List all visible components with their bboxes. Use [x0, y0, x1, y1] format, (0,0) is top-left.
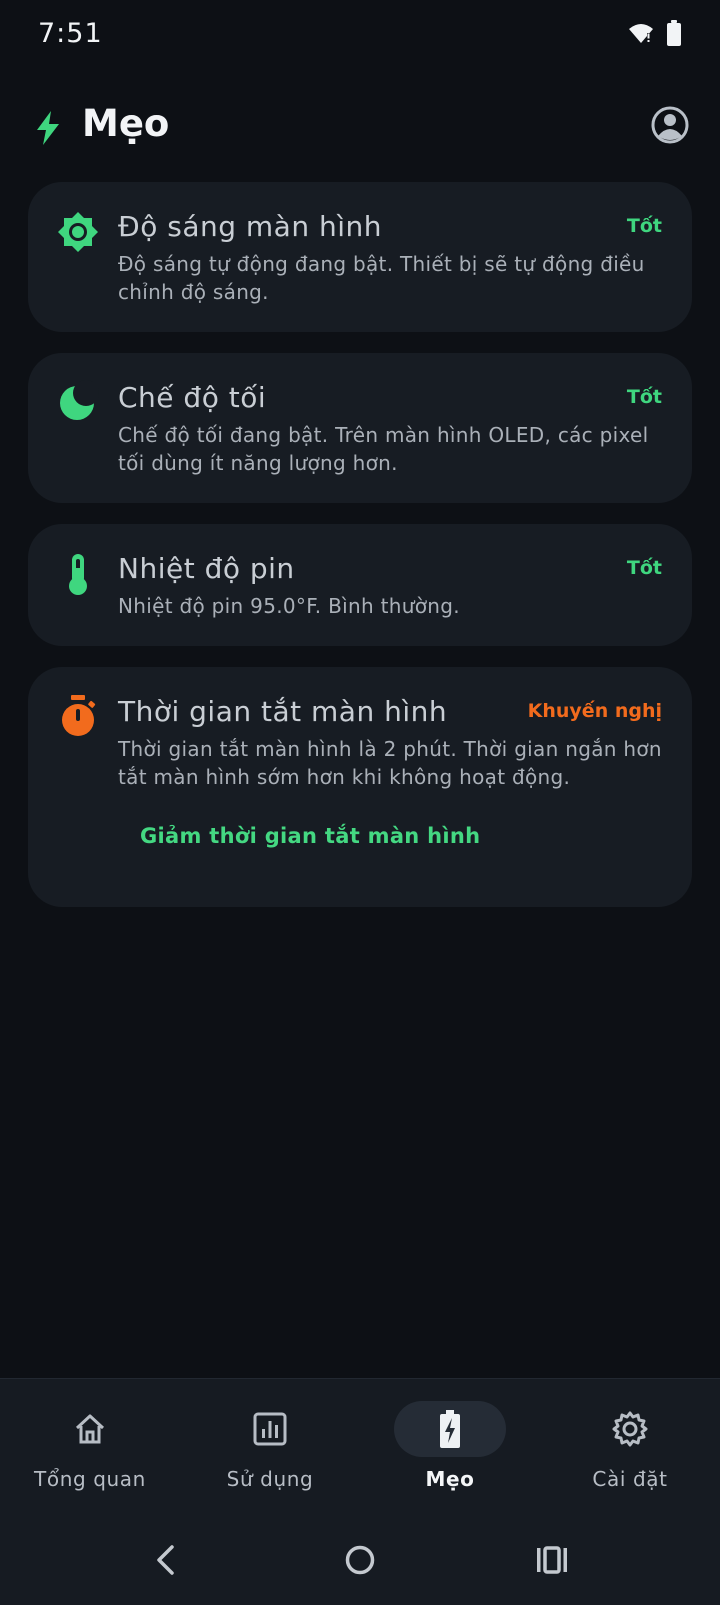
tip-description: Chế độ tối đang bật. Trên màn hình OLED,…	[118, 423, 649, 475]
recents-icon	[537, 1546, 567, 1574]
tip-card-dark-mode[interactable]: Chế độ tối Tốt Chế độ tối đang bật. Trên…	[28, 353, 692, 503]
home-circle-icon	[345, 1545, 375, 1575]
account-circle-icon	[651, 106, 689, 144]
nav-item-tips[interactable]: Mẹo	[360, 1379, 540, 1499]
nav-icon-container	[574, 1401, 686, 1457]
thermometer-icon	[56, 552, 100, 596]
status-icons	[628, 20, 682, 46]
nav-item-usage[interactable]: Sử dụng	[180, 1379, 360, 1499]
home-button[interactable]	[330, 1530, 390, 1590]
brightness-sun-icon	[56, 210, 100, 254]
status-badge: Tốt	[626, 557, 662, 579]
lightning-bolt-icon	[34, 110, 62, 150]
nav-label: Tổng quan	[34, 1467, 146, 1491]
tip-description: Độ sáng tự động đang bật. Thiết bị sẽ tự…	[118, 252, 645, 304]
app-header: Mẹo	[0, 92, 720, 162]
tip-title: Độ sáng màn hình	[118, 210, 382, 243]
tip-title: Chế độ tối	[118, 381, 267, 414]
battery-charging-icon	[440, 1410, 460, 1448]
moon-icon	[56, 380, 100, 424]
status-badge: Tốt	[626, 386, 662, 408]
gear-icon	[612, 1411, 648, 1447]
tip-card-battery-temperature[interactable]: Nhiệt độ pin Tốt Nhiệt độ pin 95.0°F. Bì…	[28, 524, 692, 646]
home-icon	[75, 1414, 105, 1444]
status-bar: 7:51	[0, 0, 720, 70]
tip-title: Thời gian tắt màn hình	[118, 695, 448, 728]
nav-item-overview[interactable]: Tổng quan	[0, 1379, 180, 1499]
battery-icon	[667, 20, 681, 46]
bar-chart-icon	[253, 1412, 287, 1446]
nav-label: Cài đặt	[592, 1467, 668, 1491]
nav-icon-container	[214, 1401, 326, 1457]
page-title: Mẹo	[82, 102, 170, 145]
system-navigation-bar	[0, 1520, 720, 1604]
tip-card-brightness[interactable]: Độ sáng màn hình Tốt Độ sáng tự động đan…	[28, 182, 692, 332]
back-button[interactable]	[136, 1530, 196, 1590]
nav-label: Sử dụng	[226, 1467, 314, 1491]
nav-icon-container	[394, 1401, 506, 1457]
nav-item-settings[interactable]: Cài đặt	[540, 1379, 720, 1499]
timer-icon	[56, 694, 100, 738]
tip-card-screen-timeout[interactable]: Thời gian tắt màn hình Khuyến nghị Thời …	[28, 667, 692, 907]
nav-icon-container	[34, 1401, 146, 1457]
recents-button[interactable]	[522, 1530, 582, 1590]
status-time: 7:51	[38, 18, 103, 49]
tip-title: Nhiệt độ pin	[118, 552, 295, 585]
profile-button[interactable]	[650, 105, 690, 145]
nav-label: Mẹo	[425, 1467, 475, 1491]
tip-description: Thời gian tắt màn hình là 2 phút. Thời g…	[118, 737, 662, 789]
tip-description: Nhiệt độ pin 95.0°F. Bình thường.	[118, 594, 460, 618]
wifi-icon	[629, 24, 653, 43]
back-icon	[157, 1545, 174, 1575]
reduce-timeout-button[interactable]: Giảm thời gian tắt màn hình	[140, 824, 480, 848]
status-badge: Khuyến nghị	[527, 700, 662, 722]
status-badge: Tốt	[626, 215, 662, 237]
